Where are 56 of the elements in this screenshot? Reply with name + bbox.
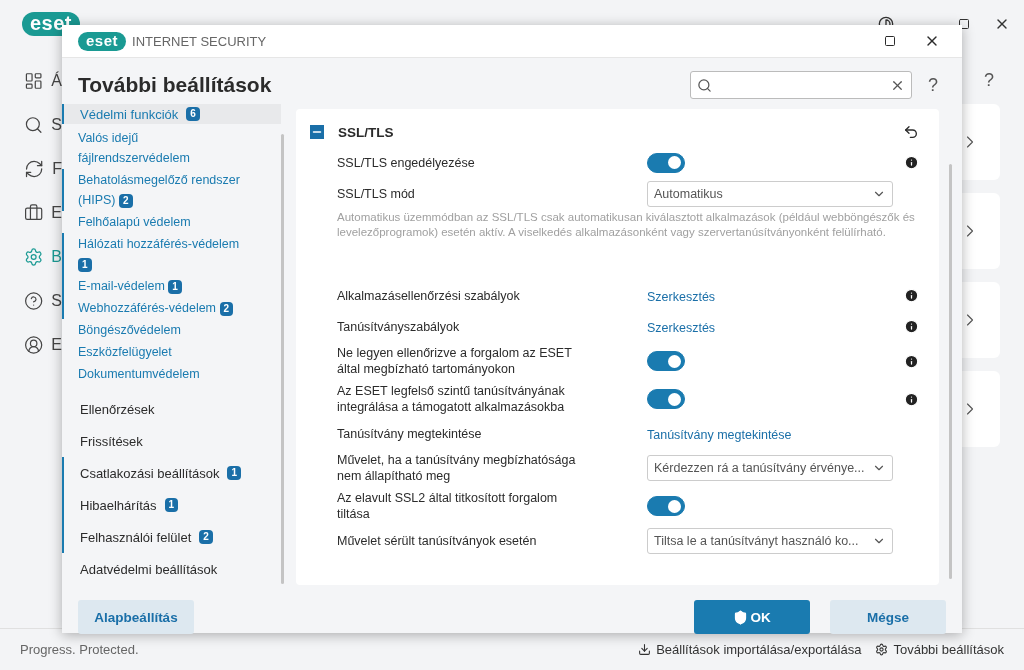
button[interactable]: Alapbeállítás xyxy=(78,600,194,634)
sidebar-subitem[interactable]: Valós idejű fájlrendszervédelem xyxy=(62,127,252,169)
dropdown[interactable]: Tiltsa le a tanúsítványt használó ko... xyxy=(647,528,893,554)
footer-link[interactable]: Beállítások importálása/exportálása xyxy=(638,642,862,657)
sidebar-subitem[interactable]: Behatolásmegelőző rendszer (HIPS) 2 xyxy=(62,169,252,211)
setting-label: Művelet sérült tanúsítványok esetén xyxy=(337,533,538,549)
logo: eset xyxy=(78,31,127,51)
dialog-title: További beállítások xyxy=(78,73,272,97)
count-badge: 2 xyxy=(199,530,213,544)
sidebar-subitem[interactable]: Eszközfelügyelet xyxy=(62,341,252,363)
sidebar-item[interactable]: Frissítések xyxy=(62,425,281,457)
setting-label: Ne legyen ellenőrizve a forgalom az ESET által megbízható tartományokon xyxy=(337,345,573,377)
link[interactable]: Tanúsítvány megtekintése xyxy=(647,427,792,442)
setting-label: Tanúsítvány megtekintése xyxy=(337,425,483,442)
link[interactable]: Szerkesztés xyxy=(647,320,716,335)
nav-item[interactable]: S xyxy=(24,288,62,314)
sidebar-subitem[interactable]: Böngészővédelem xyxy=(62,319,252,341)
sidebar-item[interactable]: Védelmi funkciók 6 xyxy=(62,104,281,124)
count-badge: 6 xyxy=(186,107,200,121)
nav-item[interactable]: S xyxy=(24,112,62,138)
setting-label: Tanúsítványszabályok xyxy=(337,318,461,335)
nav-item[interactable]: E xyxy=(24,200,62,226)
count-badge: 2 xyxy=(119,194,133,208)
setting-label: SSL/TLS mód xyxy=(337,186,416,202)
sidebar-item[interactable]: Adatvédelmi beállítások xyxy=(62,553,281,585)
section-title: SSL/TLS xyxy=(338,124,394,140)
count-badge: 2 xyxy=(219,302,234,316)
setting-label: SSL/TLS engedélyezése xyxy=(337,154,476,171)
nav-item[interactable]: Á xyxy=(24,68,62,94)
ok-button[interactable]: OK xyxy=(694,600,810,634)
footer-link[interactable]: További beállítások xyxy=(875,642,1004,657)
count-badge: 1 xyxy=(227,466,242,480)
setting-label: Az ESET legfelső szintű tanúsítványának integrálása a támogatott alkalmazásokba xyxy=(337,383,566,415)
nav-item[interactable]: E xyxy=(24,332,62,358)
sidebar-item[interactable]: Ellenőrzések xyxy=(62,393,281,425)
sidebar-subitem[interactable]: Felhőalapú védelem xyxy=(62,211,252,233)
sidebar-subitem[interactable]: E-mail-védelem 1 xyxy=(62,275,252,297)
setting-label: Alkalmazásellenőrzési szabályok xyxy=(337,287,521,304)
dropdown[interactable]: Kérdezzen rá a tanúsítvány érvénye... xyxy=(647,455,893,481)
sidebar-subitem[interactable]: Dokumentumvédelem xyxy=(62,363,252,385)
setting-label: Művelet, ha a tanúsítvány megbízhatósága nem állapítható meg xyxy=(337,452,577,484)
button[interactable]: Mégse xyxy=(830,600,946,634)
sidebar-subitem[interactable]: Hálózati hozzáférés-védelem 1 xyxy=(62,233,252,275)
link[interactable]: Szerkesztés xyxy=(647,289,716,304)
dropdown[interactable]: Automatikus xyxy=(647,181,893,207)
nav-item[interactable]: F xyxy=(24,156,62,182)
product-name: INTERNET SECURITY xyxy=(132,33,267,49)
help-icon[interactable]: ? xyxy=(984,64,1000,91)
setting-note: Automatikus üzemmódban az SSL/TLS csak automatikusan kiválasztott alkalmazások (például webböngészők és levelezőprogramok) esetén aktív. A viselkedés alkalmazásonként vagy szervertanúsítványonként felülírható. xyxy=(337,210,916,240)
setting-label: Az elavult SSL2 által titkosított forgalom tiltása xyxy=(337,490,559,522)
count-badge: 1 xyxy=(78,258,92,272)
status-text: Progress. Protected. xyxy=(20,642,139,657)
sidebar-subitem[interactable]: Webhozzáférés-védelem 2 xyxy=(62,297,252,319)
help-icon[interactable]: ? xyxy=(928,74,938,96)
count-badge: 1 xyxy=(164,498,179,512)
count-badge: 1 xyxy=(168,280,182,294)
